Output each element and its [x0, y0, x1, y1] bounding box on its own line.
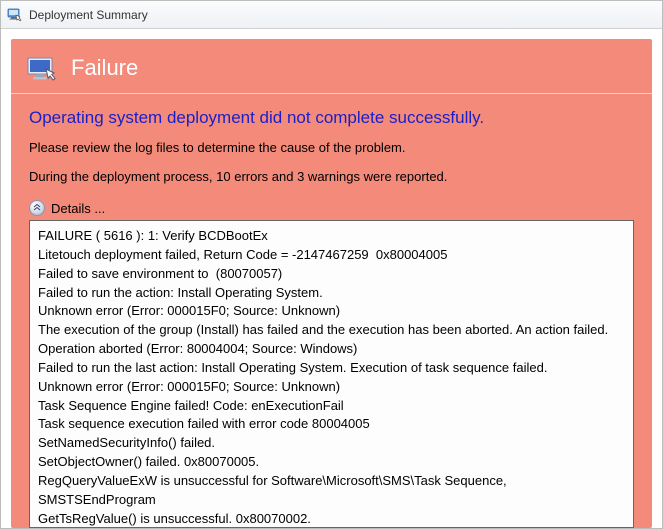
details-label: Details ...	[51, 201, 105, 216]
content-area: Failure Operating system deployment did …	[1, 29, 662, 528]
panel-header: Failure	[11, 39, 652, 93]
details-toggle[interactable]: Details ...	[29, 200, 634, 216]
summary-text: During the deployment process, 10 errors…	[29, 169, 634, 184]
log-line: Task Sequence Engine failed! Code: enExe…	[38, 397, 625, 416]
subtext: Please review the log files to determine…	[29, 140, 634, 155]
window-title: Deployment Summary	[29, 8, 148, 22]
log-line: GetTsRegValue() is unsuccessful. 0x80070…	[38, 510, 625, 528]
log-line: Unknown error (Error: 000015F0; Source: …	[38, 302, 625, 321]
log-line: Unknown error (Error: 000015F0; Source: …	[38, 378, 625, 397]
log-line: Failed to save environment to (80070057)	[38, 265, 625, 284]
log-line: The execution of the group (Install) has…	[38, 321, 625, 340]
log-box[interactable]: FAILURE ( 5616 ): 1: Verify BCDBootExLit…	[29, 220, 634, 528]
log-line: Operation aborted (Error: 80004004; Sour…	[38, 340, 625, 359]
titlebar[interactable]: Deployment Summary	[1, 1, 662, 29]
chevron-up-icon	[29, 200, 45, 216]
failure-panel: Failure Operating system deployment did …	[11, 39, 652, 528]
log-line: SetObjectOwner() failed. 0x80070005.	[38, 453, 625, 472]
log-line: FAILURE ( 5616 ): 1: Verify BCDBootEx	[38, 227, 625, 246]
log-line: Failed to run the last action: Install O…	[38, 359, 625, 378]
log-line: Failed to run the action: Install Operat…	[38, 284, 625, 303]
monitor-icon	[27, 53, 57, 83]
log-line: Task sequence execution failed with erro…	[38, 415, 625, 434]
log-line: RegQueryValueExW is unsuccessful for Sof…	[38, 472, 625, 510]
log-line: Litetouch deployment failed, Return Code…	[38, 246, 625, 265]
panel-heading: Failure	[71, 55, 138, 81]
headline-text: Operating system deployment did not comp…	[29, 108, 634, 128]
log-line: SetNamedSecurityInfo() failed.	[38, 434, 625, 453]
app-icon	[7, 7, 23, 23]
panel-body: Operating system deployment did not comp…	[11, 94, 652, 528]
window: Deployment Summary Failure Operating s	[0, 0, 663, 529]
